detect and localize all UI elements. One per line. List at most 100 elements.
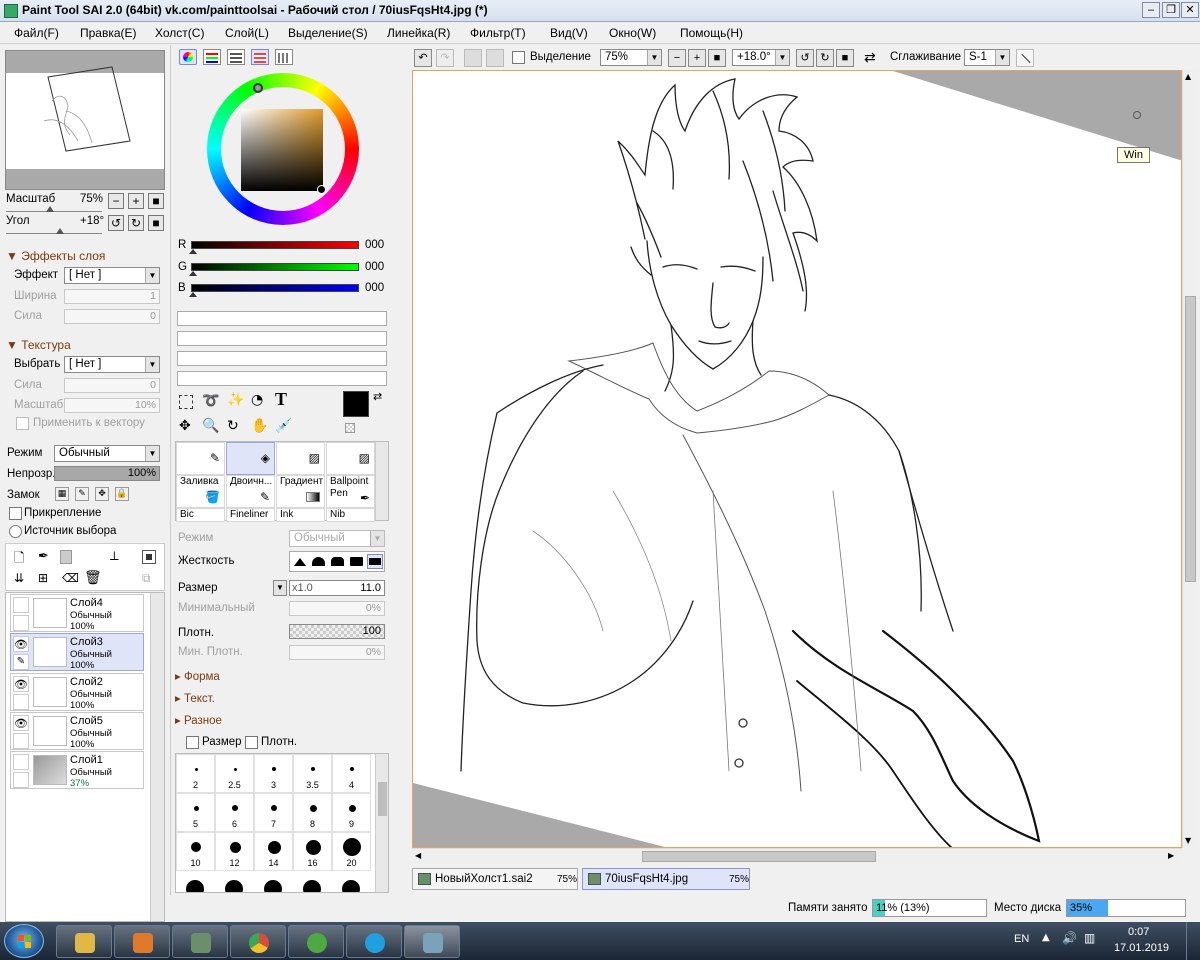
zoom-out-button[interactable]: − [108, 193, 124, 209]
eye-icon[interactable]: 👁 [13, 636, 29, 652]
transparent-color-icon[interactable] [345, 423, 355, 433]
new-layer-icon[interactable]: 🗋 [14, 549, 24, 571]
transform-icon[interactable]: ⟂ [110, 549, 119, 564]
primary-color-swatch[interactable] [343, 391, 369, 417]
brush-size-scrollbar[interactable] [375, 754, 388, 892]
lasso-icon[interactable]: ➰ [202, 393, 219, 409]
tool-slot-eraser[interactable]: ◈ [226, 442, 275, 475]
minimize-button[interactable]: – [1142, 2, 1160, 18]
saturation-value-square[interactable] [241, 109, 323, 191]
network-icon[interactable]: ▥ [1084, 931, 1095, 945]
eyedropper-icon[interactable]: 💉 [275, 418, 292, 434]
tool-gradient[interactable]: Градиент [276, 475, 325, 508]
canvas-zoom-reset-button[interactable]: ■ [708, 49, 726, 67]
canvas-rotate-reset-button[interactable]: ■ [836, 49, 854, 67]
tool-nib[interactable]: Nib [326, 508, 375, 522]
brush-size-cell[interactable]: 20 [332, 832, 371, 871]
duplicate-layer-icon[interactable]: ⧉ [142, 571, 151, 586]
min-size-field[interactable]: 0% [289, 601, 385, 616]
canvas-rotate-right-icon[interactable]: ↻ [816, 49, 834, 67]
tool-bic[interactable]: Bic [176, 508, 225, 522]
zoom-in-button[interactable]: + [128, 193, 144, 209]
zoom-slider-handle[interactable] [46, 206, 54, 212]
brush-size-cell[interactable]: 5 [176, 793, 215, 832]
tool-slot-bucket[interactable]: ▨ [326, 442, 375, 475]
brush-size-cell[interactable]: 2.5 [215, 754, 254, 793]
strength-field[interactable]: 0 [64, 309, 160, 324]
hue-handle[interactable] [253, 83, 263, 93]
canvas-angle-select[interactable]: +18.0° ▼ [732, 49, 790, 66]
swap-colors-icon[interactable]: ⇄ [373, 390, 382, 403]
menu-view[interactable]: Вид(V) [550, 26, 588, 40]
lock-transparency-icon[interactable]: ▦ [55, 487, 69, 501]
b-slider[interactable] [191, 284, 359, 292]
layer-row-4[interactable]: Слой4 Обычный 100% [10, 594, 144, 632]
menu-edit[interactable]: Правка(E) [80, 26, 137, 40]
rect-select-icon[interactable] [179, 395, 193, 409]
brush-size-cell[interactable]: 8 [293, 793, 332, 832]
tool-ink[interactable]: Ink [276, 508, 325, 522]
menu-layer[interactable]: Слой(L) [225, 26, 269, 40]
visibility-toggle[interactable] [13, 597, 29, 613]
taskbar-painttool-sai-icon[interactable] [404, 925, 460, 958]
brush-size-cell[interactable]: 6 [215, 793, 254, 832]
document-tab-2[interactable]: 70iusFqsHt4.jpg 75% [582, 868, 750, 890]
brush-size-cell[interactable]: 9 [332, 793, 371, 832]
source-radio[interactable] [9, 525, 22, 538]
r-slider-handle[interactable] [189, 249, 197, 254]
menu-ruler[interactable]: Линейка(R) [387, 26, 450, 40]
taskbar-media-player-icon[interactable] [114, 925, 170, 958]
texture-scale-field[interactable]: 10% [64, 398, 160, 413]
move-icon[interactable]: ✥ [179, 418, 191, 434]
brush-size-cell[interactable]: 7 [254, 793, 293, 832]
brush-size-cell[interactable]: 2 [176, 754, 215, 793]
eye-icon[interactable]: 👁 [13, 715, 29, 731]
hsv-slider-tab-icon[interactable] [227, 49, 245, 65]
layer-edit-indicator[interactable] [13, 733, 29, 749]
texture-select[interactable]: [ Нет ] ▼ [64, 356, 160, 373]
effect-select[interactable]: [ Нет ] ▼ [64, 267, 160, 284]
color-mixer-bar-4[interactable] [177, 371, 387, 386]
layer-edit-indicator[interactable] [13, 772, 29, 788]
redo-icon[interactable]: ↷ [436, 49, 454, 67]
g-slider[interactable] [191, 263, 359, 271]
color-wheel-tab-icon[interactable] [179, 49, 197, 65]
tool-slot-pencil[interactable]: ✎ [176, 442, 225, 475]
tool-fill[interactable]: Заливка 🪣 [176, 475, 225, 508]
rotate-tool-icon[interactable]: ↻ [227, 418, 239, 434]
menu-canvas[interactable]: Холст(C) [155, 26, 204, 40]
density-pressure-checkbox[interactable] [245, 736, 258, 749]
rotate-reset-button[interactable]: ■ [148, 215, 164, 231]
menu-file[interactable]: Файл(F) [14, 26, 59, 40]
density-slider[interactable]: 100 [289, 624, 385, 639]
layer-row-5[interactable]: 👁 Слой5 Обычный 100% [10, 712, 144, 750]
maximize-button[interactable]: ❐ [1162, 2, 1180, 18]
document-tab-1[interactable]: НовыйХолст1.sai2 75% [412, 868, 578, 890]
magic-wand-icon[interactable]: ✨ [227, 392, 244, 408]
navigator-preview[interactable] [5, 50, 165, 190]
clear-layer-icon[interactable]: ⌫ [62, 571, 79, 585]
tool-slot-airbrush[interactable]: ▨ [276, 442, 325, 475]
menu-window[interactable]: Окно(W) [609, 26, 656, 40]
size-multiplier-dropdown[interactable]: ▼ [273, 580, 287, 596]
brush-size-cell[interactable]: 12 [215, 832, 254, 871]
undo-icon[interactable]: ↶ [414, 49, 432, 67]
taskbar-skype-icon[interactable] [346, 925, 402, 958]
size-slider[interactable]: x1.0 11.0 [289, 580, 385, 596]
clip-checkbox[interactable] [9, 507, 22, 520]
start-button[interactable] [4, 924, 44, 958]
brush-size-cell[interactable]: 14 [254, 832, 293, 871]
taskbar-chrome-icon[interactable] [230, 925, 286, 958]
brush-size-cell[interactable]: 3 [254, 754, 293, 793]
texture-strength-field[interactable]: 0 [64, 378, 160, 393]
min-density-field[interactable]: 0% [289, 645, 385, 660]
apply-vector-checkbox[interactable] [16, 417, 29, 430]
deselect-button[interactable] [464, 49, 482, 67]
tool-binary-pen[interactable]: Двоичн... ✎ [226, 475, 275, 508]
texture-brush-section[interactable]: ▸ Текст. [175, 691, 215, 705]
mixer-tab-icon[interactable] [251, 49, 269, 65]
layer-edit-indicator[interactable] [13, 615, 29, 631]
straight-line-icon[interactable] [1016, 49, 1034, 67]
canvas-zoom-in-button[interactable]: + [688, 49, 706, 67]
blend-mode-select[interactable]: Обычный ▼ [54, 445, 160, 462]
